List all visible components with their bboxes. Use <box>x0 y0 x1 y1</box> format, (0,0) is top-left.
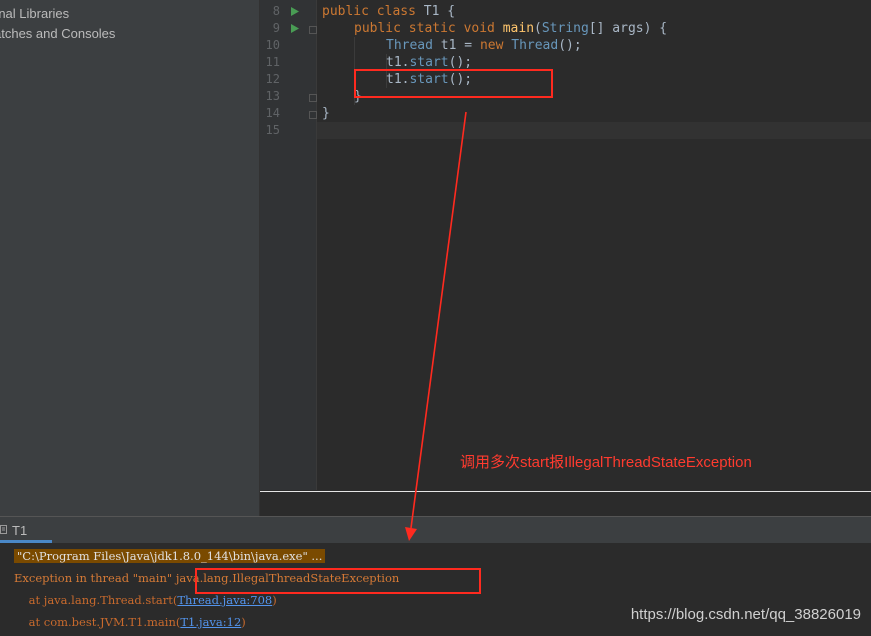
sidebar-item-scratches[interactable]: atches and Consoles <box>0 26 115 41</box>
line-number: 12 <box>265 72 280 86</box>
stack-link-t1-java[interactable]: T1.java:12 <box>180 615 241 629</box>
console-icon <box>0 525 7 534</box>
console-exception-line: Exception in thread "main" java.lang.Ill… <box>14 571 400 585</box>
fold-icon[interactable] <box>309 94 317 102</box>
sidebar-item-external-libraries[interactable]: rnal Libraries <box>0 6 69 21</box>
project-sidebar: rnal Libraries atches and Consoles <box>0 0 260 516</box>
line-number: 8 <box>272 4 280 18</box>
tab-label: T1 <box>12 523 28 538</box>
run-class-icon[interactable] <box>290 3 300 20</box>
code-line-11[interactable]: t1.start(); <box>386 54 472 71</box>
code-line-10[interactable]: Thread t1 = new Thread(); <box>386 37 582 54</box>
exception-class: java.lang.IllegalThreadStateException <box>175 571 400 585</box>
watermark: https://blog.csdn.net/qq_38826019 <box>630 606 861 623</box>
sidebar-item-label: atches and Consoles <box>0 26 116 41</box>
console-command-line: "C:\Program Files\Java\jdk1.8.0_144\bin\… <box>14 547 326 565</box>
annotation-text: 调用多次start报IllegalThreadStateException <box>460 454 752 471</box>
stack-link-thread-java[interactable]: Thread.java:708 <box>177 593 272 607</box>
code-line-12[interactable]: t1.start(); <box>386 71 472 88</box>
code-editor[interactable]: 8 9 10 11 12 13 14 15 public class T1 { … <box>260 0 871 516</box>
run-tool-window-header: T1 <box>0 516 871 544</box>
editor-divider <box>260 491 871 492</box>
line-number: 14 <box>265 106 280 120</box>
line-number: 9 <box>272 21 280 35</box>
line-number: 10 <box>265 38 280 52</box>
code-line-14[interactable]: } <box>322 105 330 122</box>
editor-gutter: 8 9 10 11 12 13 14 15 <box>260 0 317 490</box>
line-number: 13 <box>265 89 280 103</box>
line-number: 15 <box>265 123 280 137</box>
console-stack-line: at com.best.JVM.T1.main(T1.java:12) <box>14 615 246 629</box>
fold-icon[interactable] <box>309 26 317 34</box>
code-line-8[interactable]: public class T1 { <box>322 3 455 20</box>
code-line-9[interactable]: public static void main(String[] args) { <box>354 20 667 37</box>
tab-run-t1[interactable]: T1 <box>0 517 52 543</box>
run-main-icon[interactable] <box>290 20 300 37</box>
sidebar-item-label: rnal Libraries <box>0 6 70 21</box>
fold-icon[interactable] <box>309 111 317 119</box>
console-stack-line: at java.lang.Thread.start(Thread.java:70… <box>14 593 277 607</box>
line-number: 11 <box>265 55 280 69</box>
code-line-13[interactable]: } <box>354 88 362 105</box>
current-line-highlight <box>317 122 871 139</box>
